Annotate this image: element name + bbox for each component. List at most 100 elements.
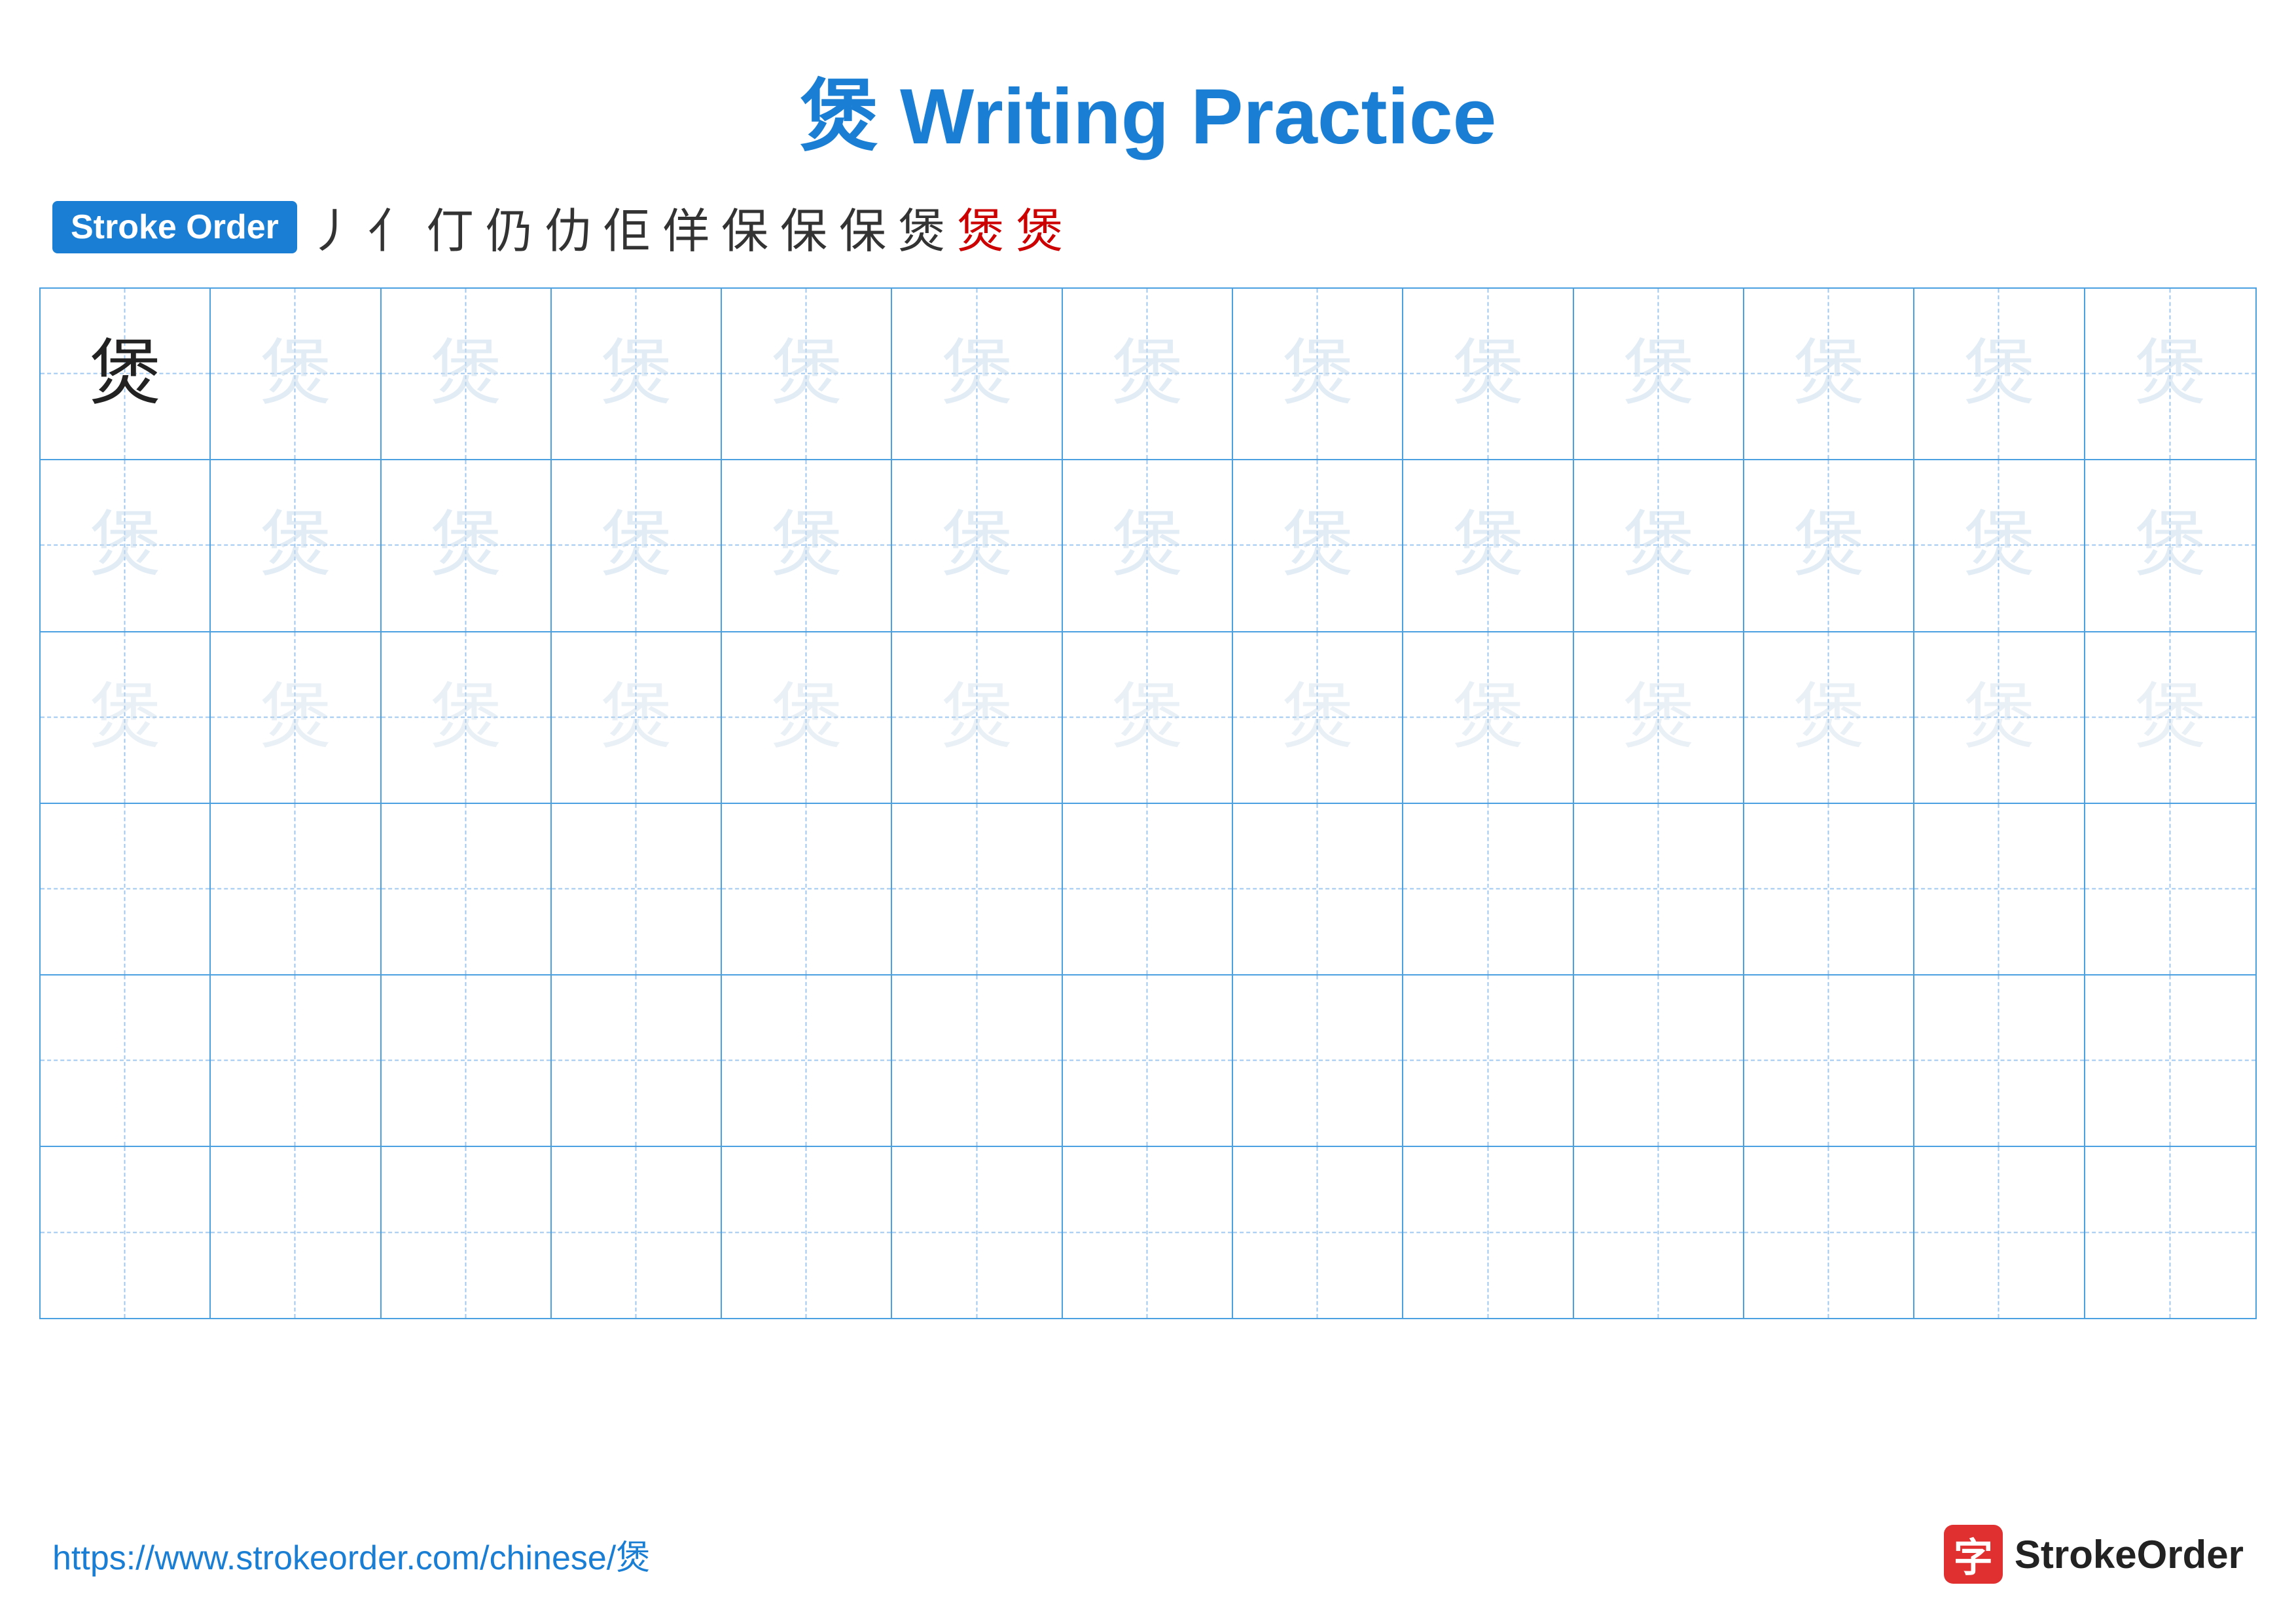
grid-cell[interactable] [382,804,552,974]
grid-cell[interactable] [1233,976,1403,1146]
logo-text: StrokeOrder [2015,1532,2244,1577]
footer: https://www.strokeorder.com/chinese/煲 字 … [0,1525,2296,1584]
stroke-12: 煲 [957,192,1004,261]
stroke-2: 亻 [368,192,415,261]
grid-cell[interactable] [552,976,722,1146]
grid-cell[interactable] [211,804,381,974]
stroke-11: 煲 [898,192,945,261]
grid-cell[interactable] [892,1147,1062,1317]
grid-cell[interactable]: 煲 [41,460,211,630]
grid-cell[interactable]: 煲 [892,632,1062,803]
grid-cell[interactable]: 煲 [382,460,552,630]
grid-row [41,976,2255,1147]
grid-cell[interactable]: 煲 [1744,289,1914,459]
grid-row: 煲煲煲煲煲煲煲煲煲煲煲煲煲 [41,632,2255,804]
grid-cell[interactable] [1744,976,1914,1146]
stroke-1: 丿 [309,192,356,261]
grid-cell[interactable]: 煲 [2085,289,2255,459]
grid-cell[interactable] [552,804,722,974]
grid-cell[interactable]: 煲 [211,632,381,803]
grid-cell[interactable] [552,1147,722,1317]
stroke-6: 佢 [603,192,651,261]
stroke-3: 仃 [427,192,474,261]
grid-cell[interactable] [41,804,211,974]
grid-cell[interactable]: 煲 [892,289,1062,459]
grid-cell[interactable] [2085,804,2255,974]
grid-cell[interactable]: 煲 [2085,632,2255,803]
grid-row: 煲煲煲煲煲煲煲煲煲煲煲煲煲 [41,460,2255,632]
grid-cell[interactable] [382,976,552,1146]
grid-cell[interactable]: 煲 [211,460,381,630]
grid-cell[interactable]: 煲 [552,460,722,630]
logo-icon: 字 [1944,1525,2003,1584]
footer-url: https://www.strokeorder.com/chinese/煲 [52,1530,650,1579]
grid-cell[interactable] [1063,804,1233,974]
grid-cell[interactable] [382,1147,552,1317]
stroke-9: 保 [780,192,827,261]
grid-cell[interactable]: 煲 [41,632,211,803]
grid-cell[interactable]: 煲 [1403,460,1573,630]
grid-cell[interactable]: 煲 [1233,632,1403,803]
grid-cell[interactable]: 煲 [1403,289,1573,459]
stroke-4: 仍 [486,192,533,261]
grid-cell[interactable] [1063,976,1233,1146]
grid-cell[interactable]: 煲 [1233,460,1403,630]
grid-cell[interactable]: 煲 [722,289,892,459]
grid-cell[interactable] [1914,1147,2085,1317]
grid-cell[interactable]: 煲 [211,289,381,459]
grid-row: 煲煲煲煲煲煲煲煲煲煲煲煲煲 [41,289,2255,460]
grid-cell[interactable] [722,976,892,1146]
grid-cell[interactable]: 煲 [1914,289,2085,459]
grid-cell[interactable]: 煲 [1233,289,1403,459]
grid-cell[interactable]: 煲 [722,460,892,630]
grid-cell[interactable] [211,1147,381,1317]
grid-cell[interactable] [1233,1147,1403,1317]
grid-cell[interactable]: 煲 [1574,460,1744,630]
grid-cell[interactable] [1403,804,1573,974]
grid-cell[interactable] [722,804,892,974]
grid-cell[interactable]: 煲 [552,289,722,459]
grid-cell[interactable]: 煲 [552,632,722,803]
grid-cell[interactable] [892,976,1062,1146]
grid-cell[interactable] [1403,976,1573,1146]
grid-cell[interactable]: 煲 [41,289,211,459]
grid-cell[interactable] [41,1147,211,1317]
grid-cell[interactable] [1063,1147,1233,1317]
grid-cell[interactable] [1744,1147,1914,1317]
grid-cell[interactable]: 煲 [382,289,552,459]
grid-cell[interactable] [1233,804,1403,974]
grid-cell[interactable] [211,976,381,1146]
grid-cell[interactable]: 煲 [722,632,892,803]
grid-cell[interactable]: 煲 [1744,632,1914,803]
grid-cell[interactable]: 煲 [1403,632,1573,803]
grid-cell[interactable] [41,976,211,1146]
grid-cell[interactable]: 煲 [1063,289,1233,459]
grid-cell[interactable] [1574,1147,1744,1317]
grid-cell[interactable]: 煲 [1744,460,1914,630]
grid-cell[interactable] [2085,1147,2255,1317]
grid-cell[interactable] [1574,976,1744,1146]
stroke-7: 佯 [662,192,709,261]
grid-cell[interactable] [1574,804,1744,974]
grid-row [41,804,2255,976]
grid-cell[interactable]: 煲 [1914,632,2085,803]
grid-cell[interactable] [1744,804,1914,974]
grid-cell[interactable] [1914,804,2085,974]
grid-cell[interactable] [1403,1147,1573,1317]
grid-cell[interactable] [1914,976,2085,1146]
stroke-5: 仂 [545,192,592,261]
footer-logo: 字 StrokeOrder [1944,1525,2244,1584]
grid-cell[interactable]: 煲 [1914,460,2085,630]
grid-cell[interactable] [722,1147,892,1317]
grid-cell[interactable]: 煲 [892,460,1062,630]
grid-cell[interactable]: 煲 [1574,632,1744,803]
stroke-order-row: Stroke Order 丿 亻 仃 仍 仂 佢 佯 保 保 保 煲 煲 煲 [0,192,2296,261]
grid-cell[interactable]: 煲 [1063,460,1233,630]
stroke-10: 保 [839,192,886,261]
grid-cell[interactable]: 煲 [382,632,552,803]
grid-cell[interactable]: 煲 [1063,632,1233,803]
grid-cell[interactable] [892,804,1062,974]
grid-cell[interactable] [2085,976,2255,1146]
grid-cell[interactable]: 煲 [2085,460,2255,630]
grid-cell[interactable]: 煲 [1574,289,1744,459]
